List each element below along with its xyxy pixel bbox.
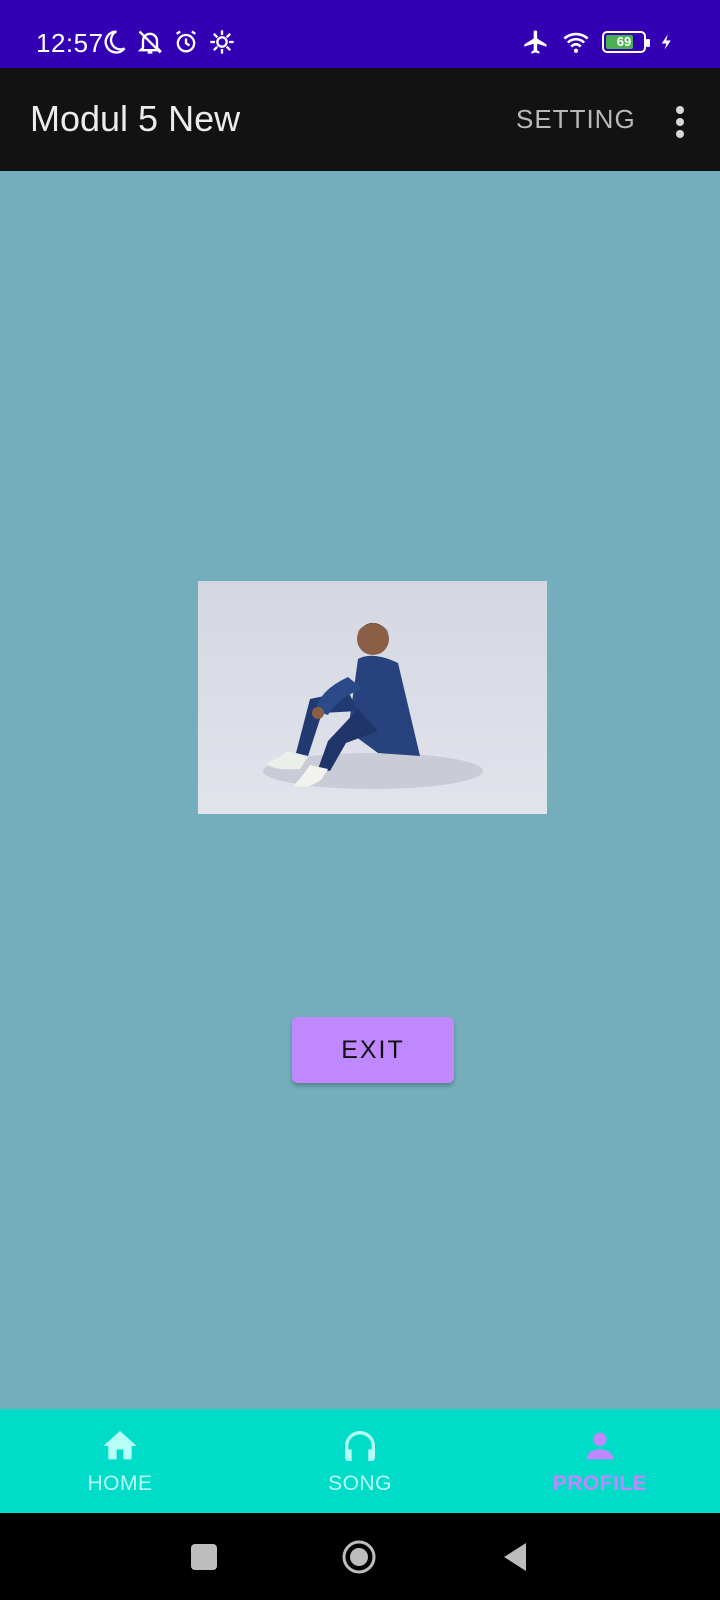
nav-item-profile[interactable]: PROFILE bbox=[480, 1409, 720, 1513]
nav-label-home: HOME bbox=[87, 1472, 153, 1495]
exit-button[interactable]: EXIT bbox=[292, 1017, 454, 1083]
back-icon[interactable] bbox=[498, 1539, 534, 1575]
battery-level: 69 bbox=[616, 34, 632, 49]
app-bar: Modul 5 New SETTING bbox=[0, 68, 720, 171]
headphones-icon bbox=[345, 1431, 375, 1461]
main-content: EXIT bbox=[0, 171, 720, 1409]
status-bar: 12:57 69 bbox=[0, 0, 720, 68]
nav-item-home[interactable]: HOME bbox=[0, 1409, 240, 1513]
status-time: 12:57 bbox=[36, 28, 104, 58]
battery-icon: 69 bbox=[602, 31, 650, 53]
person-icon bbox=[586, 1432, 614, 1460]
home-icon bbox=[103, 1431, 137, 1460]
app-title: Modul 5 New bbox=[30, 98, 241, 139]
airplane-mode-icon bbox=[524, 30, 547, 54]
settings-gear-icon bbox=[210, 30, 234, 54]
profile-photo-image bbox=[263, 623, 483, 789]
profile-photo bbox=[198, 581, 547, 814]
recent-apps-icon[interactable] bbox=[186, 1539, 222, 1575]
home-circle-icon[interactable] bbox=[341, 1539, 377, 1575]
status-left-icons bbox=[100, 28, 236, 56]
alarm-icon bbox=[176, 30, 196, 53]
nav-label-profile: PROFILE bbox=[552, 1472, 648, 1495]
nav-label-song: SONG bbox=[328, 1472, 392, 1495]
moon-icon bbox=[104, 30, 126, 54]
bottom-nav: HOME SONG PROFILE bbox=[0, 1409, 720, 1513]
system-nav-bar bbox=[0, 1513, 720, 1600]
wifi-icon bbox=[563, 32, 589, 53]
more-vert-icon[interactable] bbox=[670, 106, 690, 138]
charging-bolt-icon bbox=[661, 34, 671, 50]
status-right-icons: 69 bbox=[522, 28, 676, 56]
nav-item-song[interactable]: SONG bbox=[240, 1409, 480, 1513]
notifications-off-icon bbox=[137, 30, 163, 54]
setting-button[interactable]: SETTING bbox=[516, 104, 636, 135]
